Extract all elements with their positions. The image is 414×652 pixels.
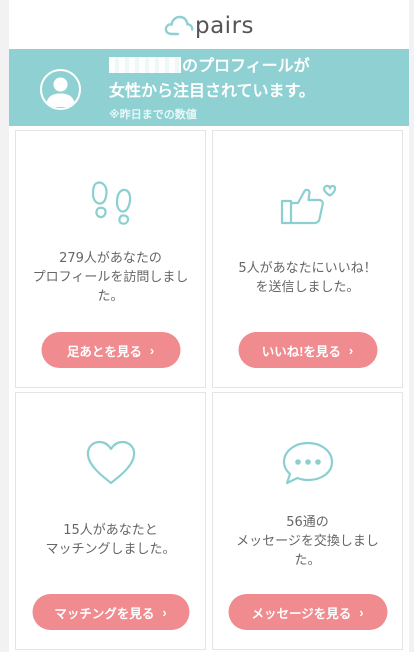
likes-text: 5人があなたにいいね！ を送信しました。 — [219, 259, 396, 297]
messages-text-line3: た。 — [294, 553, 321, 568]
page: pairs のプロフィールが 女性から注目されています。 ※昨日までの数値 27… — [9, 0, 409, 652]
chevron-right-icon: › — [348, 342, 354, 358]
chevron-right-icon: › — [162, 604, 167, 620]
chevron-right-icon: › — [149, 342, 155, 358]
footprints-text-line3: た。 — [97, 289, 124, 304]
likes-card: 5人があなたにいいね！ を送信しました。 いいね!を見る › — [212, 130, 403, 388]
view-matching-button[interactable]: マッチングを見る › — [32, 594, 189, 630]
footprints-card: 279人があなたの プロフィールを訪問しまし た。 足あとを見る › — [15, 130, 206, 388]
view-messages-button[interactable]: メッセージを見る › — [228, 594, 387, 630]
attention-banner: のプロフィールが 女性から注目されています。 ※昨日までの数値 — [9, 49, 409, 126]
pairs-logo[interactable]: pairs — [164, 10, 254, 40]
view-footprints-button[interactable]: 足あとを見る › — [41, 332, 180, 368]
user-silhouette-icon — [46, 77, 75, 107]
view-matching-label: マッチングを見る — [54, 606, 155, 621]
matching-card: 15人があなたと マッチングしました。 マッチングを見る › — [15, 392, 206, 650]
footprints-text-line1: 279人があなたの — [59, 251, 162, 266]
logo-text: pairs — [194, 12, 255, 39]
avatar[interactable] — [40, 69, 81, 110]
view-likes-label: いいね!を見る — [261, 344, 341, 359]
footprints-text: 279人があなたの プロフィールを訪問しまし た。 — [22, 249, 199, 306]
messages-card: 56通の メッセージを交換しまし た。 メッセージを見る › — [212, 392, 403, 650]
banner-title-suffix: のプロフィールが — [182, 56, 310, 75]
banner-title-line1: のプロフィールが — [109, 52, 310, 76]
likes-text-line2: を送信しました。 — [255, 280, 360, 295]
matching-text-line1: 15人があなたと — [63, 523, 158, 538]
view-messages-label: メッセージを見る — [251, 606, 352, 621]
redacted-username — [109, 57, 181, 73]
footprints-text-line2: プロフィールを訪問しまし — [32, 270, 189, 285]
chevron-right-icon: › — [359, 604, 364, 620]
view-footprints-label: 足あとを見る — [66, 344, 142, 359]
view-likes-button[interactable]: いいね!を見る › — [238, 332, 377, 368]
matching-text: 15人があなたと マッチングしました。 — [22, 521, 199, 559]
speech-bubble-icon — [282, 441, 333, 485]
heart-icon — [86, 440, 135, 485]
matching-text-line2: マッチングしました。 — [45, 542, 176, 557]
messages-text-line1: 56通の — [286, 515, 329, 530]
messages-text-line2: メッセージを交換しまし — [236, 534, 379, 549]
thumbs-up-heart-icon — [280, 184, 336, 225]
footprints-icon — [91, 181, 131, 225]
cloud-logo-icon — [164, 15, 194, 35]
messages-text: 56通の メッセージを交換しまし た。 — [219, 513, 396, 570]
banner-title-line2: 女性から注目されています。 — [109, 81, 315, 100]
likes-text-line1: 5人があなたにいいね！ — [238, 261, 377, 276]
app-header: pairs — [9, 0, 409, 49]
banner-note: ※昨日までの数値 — [109, 108, 197, 121]
